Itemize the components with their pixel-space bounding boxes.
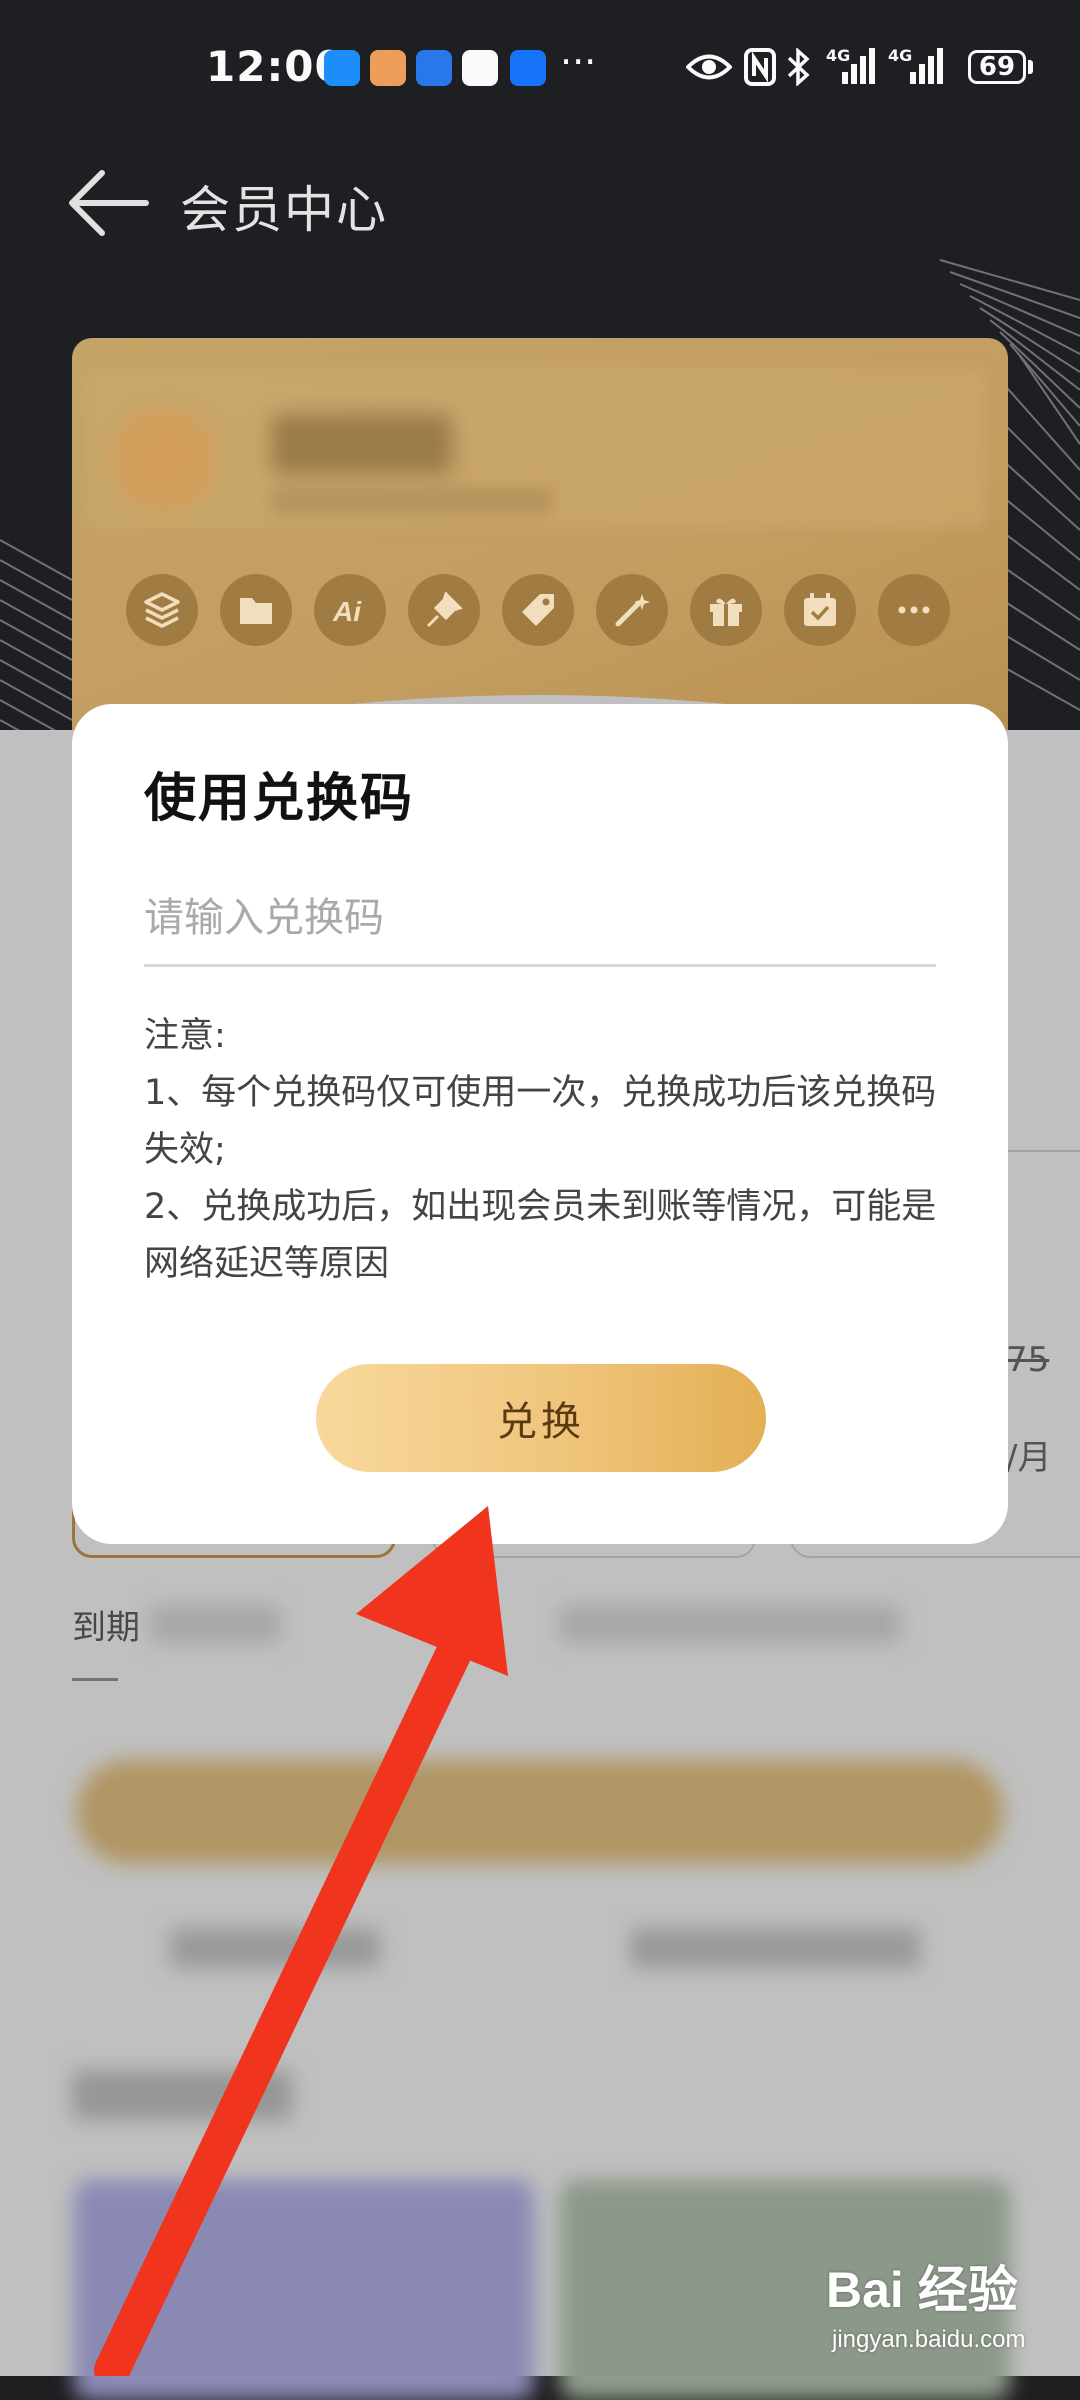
message-app-icon (324, 50, 360, 86)
watermark-url: jingyan.baidu.com (832, 2326, 1026, 2353)
link-blurred-right[interactable] (630, 1928, 920, 1968)
expire-info-blurred (150, 1606, 280, 1642)
layers-icon[interactable] (126, 574, 198, 646)
battery-tip (1028, 60, 1033, 74)
notice-item-1: 1、每个兑换码仅可使用一次，兑换成功后该兑换码失效; (144, 1073, 937, 1170)
gift-icon[interactable] (690, 574, 762, 646)
page-title: 会员中心 (180, 181, 388, 239)
notice-heading: 注意: (144, 1016, 226, 1056)
divider (72, 1678, 118, 1681)
signal-1-icon (842, 48, 875, 84)
original-price: 75 (1006, 1340, 1050, 1380)
game-app-icon (370, 50, 406, 86)
tag-icon[interactable] (502, 574, 574, 646)
signal-2-icon (910, 48, 943, 84)
redeem-code-dialog: 使用兑换码 注意: 1、每个兑换码仅可使用一次，兑换成功后该兑换码失效; 2、兑… (72, 704, 1008, 1544)
battery-indicator: 69 (968, 50, 1026, 84)
ai-icon[interactable]: Ai (314, 574, 386, 646)
alipay-app-icon (510, 50, 546, 86)
notice-text: 注意: 1、每个兑换码仅可使用一次，兑换成功后该兑换码失效; 2、兑换成功后，如… (144, 1008, 944, 1293)
member-name (272, 414, 452, 474)
section-title-blurred (72, 2070, 292, 2120)
pin-icon[interactable] (408, 574, 480, 646)
svg-text:Ai: Ai (332, 596, 362, 627)
magic-wand-icon[interactable] (596, 574, 668, 646)
back-arrow-icon[interactable] (66, 168, 150, 238)
bluetooth-icon (787, 48, 810, 86)
nfc-icon (744, 48, 776, 86)
member-subtitle (272, 488, 552, 514)
status-bar: 12:00 ··· 4G 4G 69 (0, 0, 1080, 130)
notice-item-2: 2、兑换成功后，如出现会员未到账等情况，可能是网络延迟等原因 (144, 1187, 937, 1284)
calendar-check-icon[interactable] (784, 574, 856, 646)
expire-label: 到期 (72, 1608, 140, 1648)
purchase-button-blurred[interactable] (76, 1760, 1004, 1864)
redeem-code-input[interactable] (144, 872, 936, 967)
more-icon[interactable] (878, 574, 950, 646)
price-unit: /月 (1006, 1438, 1052, 1478)
link-blurred-left[interactable] (170, 1928, 380, 1968)
dialog-title: 使用兑换码 (144, 769, 415, 829)
folder-icon[interactable] (220, 574, 292, 646)
more-notifications-icon: ··· (560, 40, 597, 84)
eye-icon (686, 54, 732, 80)
navigation-app-icon (416, 50, 452, 86)
price-info-blurred (560, 1606, 900, 1642)
avatar (112, 408, 216, 512)
baidu-watermark: Bai 经验 jingyan.baidu.com (826, 2250, 1066, 2370)
redeem-button[interactable]: 兑换 (316, 1364, 766, 1472)
promo-banner-left[interactable] (74, 2180, 534, 2400)
tv-app-icon (462, 50, 498, 86)
watermark-logo: Bai 经验 (826, 2262, 1018, 2318)
